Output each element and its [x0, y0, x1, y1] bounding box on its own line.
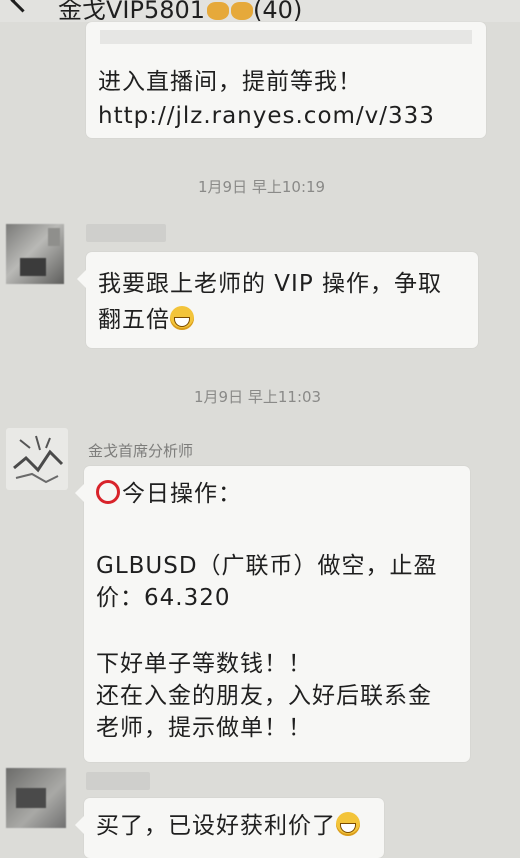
cut-off-text-line — [100, 30, 472, 44]
cat-face-emoji-icon — [231, 2, 254, 20]
message-bubble[interactable]: 我要跟上老师的 VIP 操作，争取 翻五倍 — [77, 252, 478, 348]
avatar[interactable] — [6, 224, 64, 284]
cat-face-emoji-icon — [207, 2, 230, 20]
message-timestamp: 1月9日 早上10:19 — [198, 178, 326, 196]
avatar[interactable] — [6, 768, 66, 828]
grinning-face-emoji-icon — [170, 306, 194, 330]
message-text: 买了，已设好获利价了 — [96, 813, 336, 839]
sender-name-redacted — [86, 772, 150, 790]
chevron-left-icon[interactable] — [10, 0, 35, 13]
member-count: (40) — [253, 0, 303, 24]
message-text: 今日操作： — [122, 481, 242, 507]
red-circle-icon — [96, 480, 120, 504]
sender-name: 金戈首席分析师 — [88, 442, 194, 460]
sender-name-redacted — [86, 224, 166, 242]
message-timestamp: 1月9日 早上11:03 — [194, 388, 322, 406]
message-text: 还在入金的朋友，入好后联系金 — [96, 683, 432, 709]
message-text-line1: 买了，已设好获利价了 — [96, 810, 360, 842]
message-text-line2: 翻五倍 — [98, 304, 194, 336]
message-bubble[interactable]: 今日操作： GLBUSD（广联币）做空，止盈 价：64.320 下好单子等数钱！… — [75, 466, 470, 762]
message-text: 下好单子等数钱！！ — [96, 651, 312, 677]
message-text: 我要跟上老师的 VIP 操作，争取 — [98, 271, 443, 297]
avatar[interactable] — [6, 428, 68, 490]
message-text: 价：64.320 — [96, 585, 231, 611]
message-text: GLBUSD（广联币）做空，止盈 — [96, 553, 438, 579]
message-bubble[interactable]: 买了，已设好获利价了 — [75, 798, 384, 858]
message-text: 老师，提示做单！！ — [96, 715, 312, 741]
message-text-line1: 今日操作： — [96, 478, 242, 510]
sketch-avatar-icon — [13, 435, 64, 484]
message-text: 进入直播间，提前等我！ — [98, 69, 362, 95]
message-text: 翻五倍 — [98, 307, 170, 333]
grinning-face-emoji-icon — [336, 812, 360, 836]
chat-title-text: 金戈VIP5801 — [58, 0, 206, 24]
message-bubble[interactable]: 进入直播间，提前等我！ http://jlz.ranyes.com/v/333 — [86, 22, 486, 138]
message-link[interactable]: http://jlz.ranyes.com/v/333 — [98, 100, 435, 132]
chat-header: 金戈VIP5801 (40) — [0, 0, 520, 24]
